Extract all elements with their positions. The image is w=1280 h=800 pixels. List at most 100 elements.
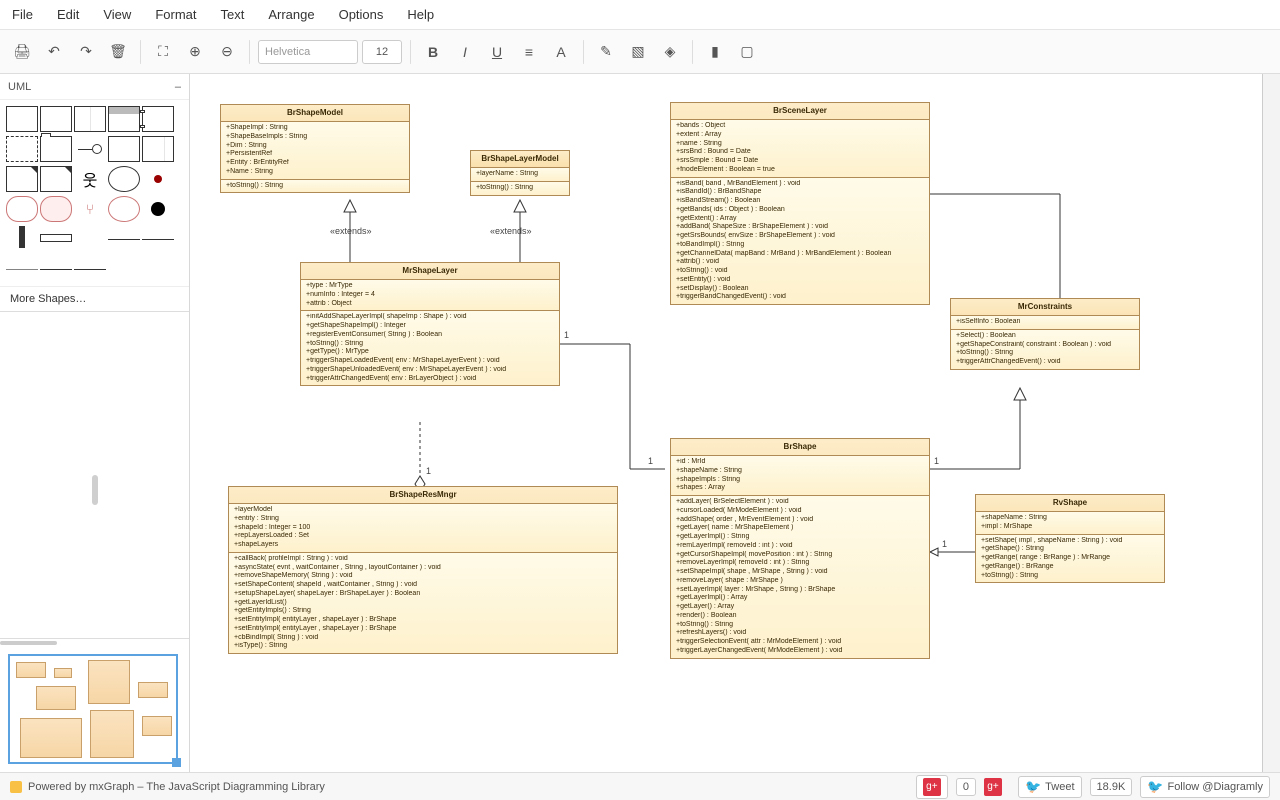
shape-empty	[108, 256, 140, 282]
outline-resize-handle[interactable]	[172, 758, 181, 767]
zoom-out-icon[interactable]: ⊖	[213, 38, 241, 66]
extends-label: «extends»	[490, 226, 532, 236]
class-shape[interactable]: BrShape +id : MrId +shapeName : String +…	[670, 438, 930, 659]
gplus-share-icon[interactable]: g+	[984, 778, 1002, 796]
shape-send[interactable]	[74, 226, 106, 252]
menu-edit[interactable]: Edit	[57, 7, 79, 22]
gradient-icon[interactable]: ◈	[656, 38, 684, 66]
status-bar: Powered by mxGraph – The JavaScript Diag…	[0, 772, 1280, 800]
shape-usecase[interactable]	[108, 166, 140, 192]
class-constraints[interactable]: MrConstraints +isSelfInfo : Boolean +Sel…	[950, 298, 1140, 370]
menu-options[interactable]: Options	[339, 7, 384, 22]
powered-by-label[interactable]: Powered by mxGraph – The JavaScript Diag…	[28, 781, 325, 793]
class-title: BrShapeResMngr	[229, 487, 617, 504]
shape-dashline[interactable]	[6, 256, 38, 282]
menu-view[interactable]: View	[103, 7, 131, 22]
shadow-icon[interactable]: ▮	[701, 38, 729, 66]
fill-color-icon[interactable]: ▧	[624, 38, 652, 66]
app-icon	[10, 781, 22, 793]
shape-component-icon[interactable]	[142, 106, 174, 132]
collapse-icon[interactable]: –	[175, 81, 181, 93]
shape-state[interactable]	[108, 196, 140, 222]
extends-label: «extends»	[330, 226, 372, 236]
shape-fork-icon[interactable]: ⑂	[74, 196, 106, 222]
follow-button[interactable]: 🐦Follow @Diagramly	[1140, 776, 1270, 798]
shape-start-icon[interactable]	[142, 166, 174, 192]
italic-icon[interactable]: I	[451, 38, 479, 66]
undo-icon[interactable]: ↶	[40, 38, 68, 66]
font-color-icon[interactable]: A	[547, 38, 575, 66]
print-icon[interactable]: 🖨	[8, 38, 36, 66]
shape-requirement[interactable]	[6, 196, 38, 222]
menu-bar: File Edit View Format Text Arrange Optio…	[0, 0, 1280, 30]
class-layer[interactable]: MrShapeLayer +type : MrType +numInfo : I…	[300, 262, 560, 386]
shape-frame[interactable]	[108, 136, 140, 162]
align-icon[interactable]: ≡	[515, 38, 543, 66]
sidebar-category-uml[interactable]: UML –	[0, 74, 189, 100]
vertical-scrollbar[interactable]	[1262, 74, 1280, 772]
shape-rect-split[interactable]	[74, 106, 106, 132]
more-shapes-link[interactable]: More Shapes…	[0, 286, 189, 311]
outline-scrollbar[interactable]	[0, 640, 189, 646]
shape-line[interactable]	[108, 226, 140, 252]
shape-rect-header[interactable]	[108, 106, 140, 132]
bold-icon[interactable]: B	[419, 38, 447, 66]
gplus-count[interactable]: 0	[956, 778, 976, 796]
sidebar: UML – 웃 ⑂	[0, 74, 190, 772]
menu-arrange[interactable]: Arrange	[268, 7, 314, 22]
fit-icon[interactable]: ⛶	[149, 38, 177, 66]
underline-icon[interactable]: U	[483, 38, 511, 66]
shape-arrow2[interactable]	[74, 256, 106, 282]
separator	[583, 40, 584, 64]
delete-icon[interactable]: 🗑	[104, 38, 132, 66]
shape-line2[interactable]	[142, 226, 174, 252]
shape-rect-3sec[interactable]	[40, 106, 72, 132]
shape-bar-v[interactable]	[19, 226, 25, 248]
zoom-in-icon[interactable]: ⊕	[181, 38, 209, 66]
shape-note[interactable]	[6, 166, 38, 192]
class-title: BrShapeModel	[221, 105, 409, 122]
tweet-button[interactable]: 🐦Tweet	[1018, 776, 1082, 798]
menu-format[interactable]: Format	[155, 7, 196, 22]
shape-end-icon[interactable]	[142, 196, 174, 222]
font-size-input[interactable]: 12	[362, 40, 402, 64]
class-shape-model[interactable]: BrShapeModel +ShapeImpl : String +ShapeB…	[220, 104, 410, 193]
diagram-canvas[interactable]: «extends» «extends» 1 1 1 1	[190, 74, 1280, 772]
shape-note2[interactable]	[40, 166, 72, 192]
shape-rect[interactable]	[6, 106, 38, 132]
class-layer-model[interactable]: BrShapeLayerModel +layerName : String +t…	[470, 150, 570, 196]
mult-label: 1	[942, 539, 947, 549]
shape-actor-icon[interactable]: 웃	[74, 166, 106, 192]
class-rvshape[interactable]: RvShape +shapeName : String +impl : MrSh…	[975, 494, 1165, 583]
menu-text[interactable]: Text	[220, 7, 244, 22]
separator	[140, 40, 141, 64]
menu-file[interactable]: File	[12, 7, 33, 22]
separator	[692, 40, 693, 64]
shape-empty	[142, 256, 174, 282]
shape-lollipop-icon[interactable]	[74, 136, 106, 162]
class-title: RvShape	[976, 495, 1164, 512]
shape-requirement-fill[interactable]	[40, 196, 72, 222]
shape-bar-h[interactable]	[40, 234, 72, 242]
shape-rect-dash[interactable]	[6, 136, 38, 162]
class-ops: +toString() : String	[221, 180, 409, 193]
class-scene-layer[interactable]: BrSceneLayer +bands : Object +extent : A…	[670, 102, 930, 305]
toolbar: 🖨 ↶ ↷ 🗑 ⛶ ⊕ ⊖ Helvetica 12 B I U ≡ A ✎ ▧…	[0, 30, 1280, 74]
menu-help[interactable]: Help	[407, 7, 434, 22]
shape-tab[interactable]	[40, 136, 72, 162]
class-title: BrSceneLayer	[671, 103, 929, 120]
class-manager[interactable]: BrShapeResMngr +layerModel +entity : Str…	[228, 486, 618, 654]
shape-arrow[interactable]	[40, 256, 72, 282]
gplus-icon: g+	[923, 778, 941, 796]
rounded-icon[interactable]: ▢	[733, 38, 761, 66]
gplus-badge[interactable]: g+	[916, 775, 948, 799]
class-attrs: +ShapeImpl : String +ShapeBaseImpls : St…	[221, 122, 409, 180]
shape-module[interactable]	[142, 136, 174, 162]
sidebar-spacer	[0, 311, 189, 638]
line-color-icon[interactable]: ✎	[592, 38, 620, 66]
outline-panel[interactable]	[8, 654, 178, 764]
sidebar-splitter[interactable]	[92, 475, 98, 505]
tweet-count: 18.9K	[1090, 778, 1133, 796]
redo-icon[interactable]: ↷	[72, 38, 100, 66]
font-family-input[interactable]: Helvetica	[258, 40, 358, 64]
